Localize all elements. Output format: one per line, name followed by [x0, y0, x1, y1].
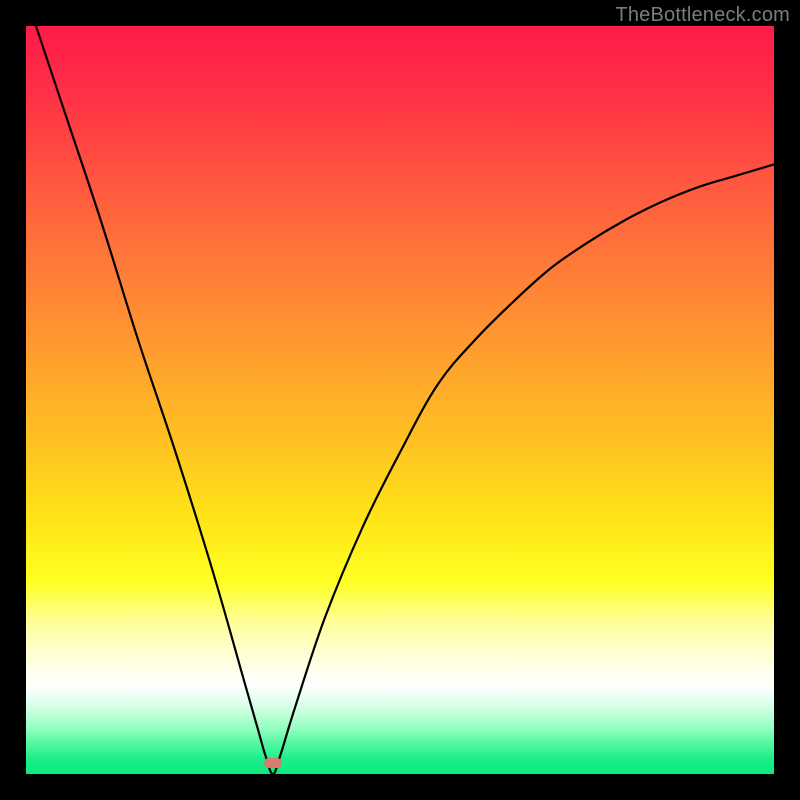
min-marker	[264, 758, 282, 768]
chart-frame: TheBottleneck.com	[0, 0, 800, 800]
plot-area	[26, 26, 774, 774]
bottleneck-curve	[26, 26, 774, 774]
watermark-text: TheBottleneck.com	[615, 4, 790, 27]
